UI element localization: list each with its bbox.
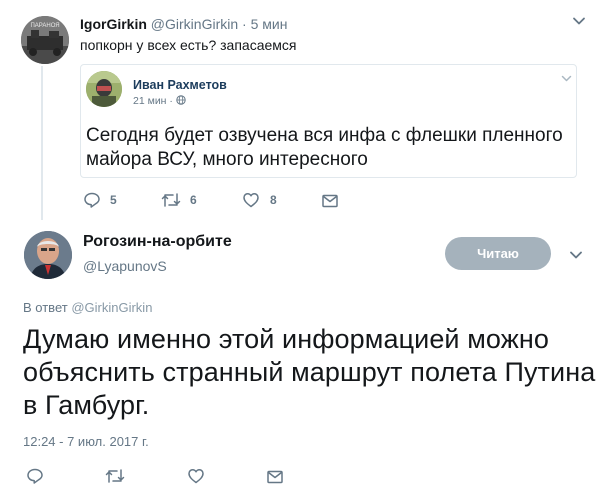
retweet-count: 6 [190,193,197,207]
avatar-rogozin[interactable] [24,231,72,279]
reply-icon[interactable] [26,467,44,485]
chevron-down-icon[interactable] [561,73,572,84]
globe-icon [176,95,186,105]
avatar-igorgirkin[interactable]: ПАРАНОЯ [21,16,69,64]
author-handle[interactable]: @LyapunovS [83,258,167,274]
tweet1-header: IgorGirkin @GirkinGirkin · 5 мин [80,16,287,32]
heart-icon[interactable] [187,467,205,485]
tweet1-text: попкорн у всех есть? запасаемся [80,37,297,53]
envelope-icon[interactable] [266,468,284,486]
author-handle[interactable]: @GirkinGirkin [151,16,238,32]
reply-to-prefix: В ответ [23,300,68,315]
avatar-image [86,71,122,107]
avatar-image: ПАРАНОЯ [21,16,69,64]
avatar-image [24,231,72,279]
thread-connector-line [41,66,43,220]
tweet-timestamp[interactable]: 12:24 - 7 июл. 2017 г. [23,434,149,449]
tweet2-text: Думаю именно этой информацией можно объя… [23,324,596,420]
avatar-ivan-rakhmetov[interactable] [86,71,122,107]
reply-context: В ответ @GirkinGirkin [23,300,152,315]
reply-icon[interactable] [83,191,101,209]
reply-to-handle-link[interactable]: @GirkinGirkin [71,300,152,315]
retweet-icon[interactable] [105,467,125,485]
following-button[interactable]: Читаю [445,237,551,270]
author-name[interactable]: IgorGirkin [80,16,147,32]
quoted-tweet-time[interactable]: 21 мин · [133,95,173,107]
avatar-caption: ПАРАНОЯ [30,23,59,29]
tweet-time[interactable]: 5 мин [251,16,288,32]
author-name[interactable]: Рогозин-на-орбите [83,233,232,251]
quoted-author-name[interactable]: Иван Рахметов [133,78,227,92]
retweet-icon[interactable] [161,191,181,209]
like-count: 8 [270,193,277,207]
reply-count: 5 [110,193,117,207]
chevron-down-icon[interactable] [568,247,584,263]
separator-dot: · [242,16,247,32]
chevron-down-icon[interactable] [572,14,586,28]
envelope-icon[interactable] [321,192,339,210]
heart-icon[interactable] [242,191,260,209]
quoted-tweet-text: Сегодня будет озвучена вся инфа с флешки… [86,125,563,170]
